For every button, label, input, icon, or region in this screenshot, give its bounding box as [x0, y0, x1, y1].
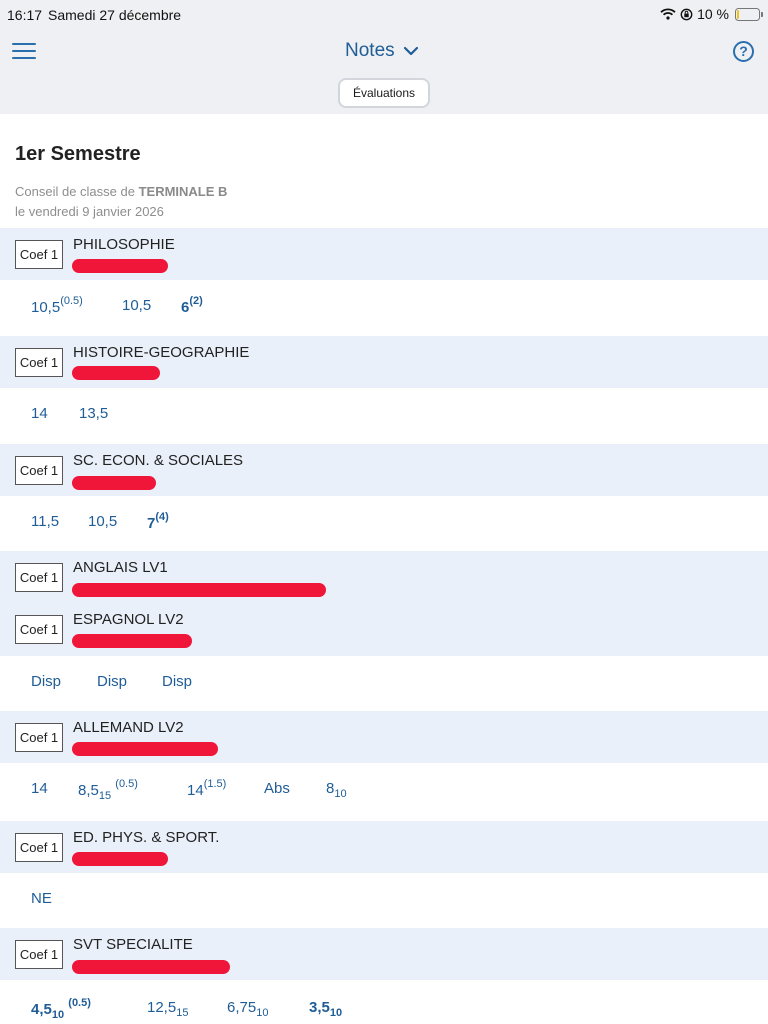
subject-name: SC. ECON. & SOCIALES	[73, 452, 244, 469]
subject-header[interactable]: Coef 1 PHILOSOPHIE	[0, 228, 768, 280]
subject-header[interactable]: Coef 1 HISTOIRE-GEOGRAPHIE	[0, 336, 768, 388]
grade[interactable]: Disp	[97, 673, 127, 690]
grades-row: 14 13,5	[0, 388, 768, 444]
subject-name: ED. PHYS. & SPORT.	[73, 829, 220, 846]
redacted-teacher	[72, 742, 218, 756]
grade[interactable]: 14	[31, 780, 48, 797]
subject-name: ANGLAIS LV1	[73, 559, 168, 576]
coef-badge: Coef 1	[15, 563, 63, 592]
coef-badge: Coef 1	[15, 833, 63, 862]
redacted-teacher	[72, 583, 326, 597]
orientation-lock-icon	[680, 8, 693, 20]
grades-row: Disp Disp Disp	[0, 656, 768, 712]
conseil-date: le vendredi 9 janvier 2026	[15, 204, 164, 219]
conseil-info: Conseil de classe de TERMINALE B le vend…	[15, 182, 227, 222]
grades-row: 11,5 10,5 7(4)	[0, 496, 768, 552]
grade[interactable]: 13,5	[79, 405, 108, 422]
grade[interactable]: 12,515	[147, 999, 188, 1019]
coef-badge: Coef 1	[15, 456, 63, 485]
subject-name: PHILOSOPHIE	[73, 236, 175, 253]
grades-row: NE	[0, 873, 768, 929]
redacted-teacher	[72, 852, 168, 866]
grade[interactable]: NE	[31, 890, 52, 907]
coef-badge: Coef 1	[15, 940, 63, 969]
subject-name: SVT SPECIALITE	[73, 936, 193, 953]
subject-header[interactable]: Coef 1 SVT SPECIALITE	[0, 928, 768, 980]
grade[interactable]: Disp	[162, 673, 192, 690]
redacted-teacher	[72, 634, 192, 648]
question-mark-icon: ?	[739, 43, 748, 59]
grade[interactable]: 10,5(0.5)	[31, 295, 83, 316]
conseil-prefix: Conseil de classe de	[15, 184, 135, 199]
grade[interactable]: 10,5	[88, 513, 117, 530]
coef-badge: Coef 1	[15, 723, 63, 752]
grade[interactable]: 14	[31, 405, 48, 422]
status-bar: 16:17 Samedi 27 décembre 10 %	[0, 0, 768, 30]
battery-icon	[735, 7, 763, 21]
page-title: Notes	[345, 40, 395, 61]
subject-name: ESPAGNOL LV2	[73, 611, 184, 628]
battery-percent: 10 %	[697, 6, 729, 22]
grade[interactable]: 7(4)	[147, 511, 169, 532]
grade[interactable]: Disp	[31, 673, 61, 690]
nav-bar: Notes ? Évaluations	[0, 30, 768, 114]
grades-row: 4,510 (0.5) 12,515 6,7510 3,510	[0, 982, 768, 1024]
wifi-icon	[660, 8, 676, 20]
help-button[interactable]: ?	[733, 41, 754, 62]
redacted-teacher	[72, 259, 168, 273]
chevron-down-icon	[403, 46, 418, 56]
subject-header[interactable]: Coef 1 ALLEMAND LV2	[0, 711, 768, 763]
redacted-teacher	[72, 366, 160, 380]
class-name: TERMINALE B	[138, 184, 228, 199]
grades-row: 14 8,515 (0.5) 14(1.5) Abs 810	[0, 763, 768, 819]
grade[interactable]: 6(2)	[181, 295, 203, 316]
grade[interactable]: 3,510	[309, 999, 342, 1019]
coef-badge: Coef 1	[15, 348, 63, 377]
status-indicators: 10 %	[660, 6, 763, 22]
status-time: 16:17	[7, 7, 43, 23]
subject-name: HISTOIRE-GEOGRAPHIE	[73, 344, 250, 361]
grades-row: 10,5(0.5) 10,5 6(2)	[0, 280, 768, 336]
semester-title: 1er Semestre	[15, 143, 141, 165]
subject-name: ALLEMAND LV2	[73, 719, 184, 736]
subject-header[interactable]: Coef 1 SC. ECON. & SOCIALES	[0, 444, 768, 496]
redacted-teacher	[72, 476, 156, 490]
evaluations-button[interactable]: Évaluations	[338, 78, 430, 108]
grade[interactable]: 14(1.5)	[187, 778, 226, 799]
grade[interactable]: 4,510 (0.5)	[31, 997, 91, 1021]
grade[interactable]: 11,5	[31, 513, 59, 530]
coef-badge: Coef 1	[15, 615, 63, 644]
grade[interactable]: Abs	[264, 780, 290, 797]
notes-dropdown[interactable]: Notes	[345, 40, 419, 62]
grade[interactable]: 810	[326, 780, 347, 800]
grade[interactable]: 10,5	[122, 297, 151, 314]
redacted-teacher	[72, 960, 230, 974]
coef-badge: Coef 1	[15, 240, 63, 269]
grade[interactable]: 8,515 (0.5)	[78, 778, 138, 802]
subject-header[interactable]: Coef 1 ESPAGNOL LV2	[0, 603, 768, 655]
subject-header[interactable]: Coef 1 ANGLAIS LV1	[0, 551, 768, 603]
menu-button[interactable]	[12, 43, 36, 61]
subject-group: Coef 1 ANGLAIS LV1 Coef 1 ESPAGNOL LV2	[0, 551, 768, 656]
subject-header[interactable]: Coef 1 ED. PHYS. & SPORT.	[0, 821, 768, 873]
grade[interactable]: 6,7510	[227, 999, 268, 1019]
status-date: Samedi 27 décembre	[48, 7, 182, 23]
